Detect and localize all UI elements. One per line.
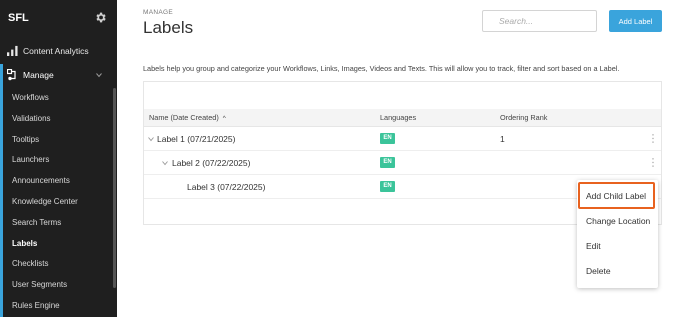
sidebar-item-user-segments[interactable]: User Segments <box>0 275 117 296</box>
chevron-down-icon[interactable] <box>148 136 154 142</box>
sidebar-item-labels[interactable]: Labels <box>0 234 117 255</box>
sidebar-section-manage[interactable]: Manage <box>0 64 117 86</box>
row-context-menu: Add Child Label Change Location Edit Del… <box>577 180 658 288</box>
column-header-ordering-rank: Ordering Rank <box>500 113 548 122</box>
label-name: Label 3 (07/22/2025) <box>187 182 266 192</box>
more-options-icon[interactable] <box>651 133 655 144</box>
language-badge: EN <box>380 157 395 168</box>
gear-icon[interactable] <box>94 11 107 24</box>
brand-name: SFL <box>8 12 29 24</box>
sidebar-scrollbar[interactable] <box>113 88 116 288</box>
sidebar: SFL Content Analytics Manage Workflows V… <box>0 0 117 317</box>
sidebar-item-checklists[interactable]: Checklists <box>0 254 117 275</box>
menu-item-add-child-label[interactable]: Add Child Label <box>586 191 646 201</box>
column-header-languages: Languages <box>380 113 417 122</box>
label-name: Label 2 (07/22/2025) <box>172 158 251 168</box>
more-options-icon[interactable] <box>651 157 655 168</box>
table-row[interactable]: Label 1 (07/21/2025) EN 1 <box>144 127 661 151</box>
page-title: Labels <box>143 18 194 37</box>
ordering-rank: 1 <box>500 134 505 144</box>
workflow-icon <box>7 69 16 81</box>
sidebar-item-announcements[interactable]: Announcements <box>0 171 117 192</box>
menu-item-delete[interactable]: Delete <box>586 266 611 276</box>
language-badge: EN <box>380 133 395 144</box>
table-header: Name (Date Created) ^ Languages Ordering… <box>144 109 661 127</box>
sort-ascending-icon: ^ <box>222 115 226 122</box>
breadcrumb: MANAGE <box>143 9 173 16</box>
label-name: Label 1 (07/21/2025) <box>157 134 236 144</box>
sidebar-item-workflows[interactable]: Workflows <box>0 88 117 109</box>
sidebar-item-launchers[interactable]: Launchers <box>0 150 117 171</box>
sidebar-item-rules-engine[interactable]: Rules Engine <box>0 296 117 317</box>
sidebar-item-tooltips[interactable]: Tooltips <box>0 130 117 151</box>
sidebar-item-search-terms[interactable]: Search Terms <box>0 213 117 234</box>
sidebar-item-content-analytics[interactable]: Content Analytics <box>0 40 117 62</box>
menu-item-change-location[interactable]: Change Location <box>586 216 650 226</box>
table-row[interactable]: Label 2 (07/22/2025) EN <box>144 151 661 175</box>
sidebar-section-label: Manage <box>23 70 54 80</box>
chevron-down-icon <box>96 73 102 78</box>
search-input[interactable] <box>482 10 597 32</box>
sidebar-manage-items: Workflows Validations Tooltips Launchers… <box>0 88 117 317</box>
page-description: Labels help you group and categorize you… <box>143 64 620 73</box>
chevron-down-icon[interactable] <box>162 160 168 166</box>
sidebar-item-knowledge-center[interactable]: Knowledge Center <box>0 192 117 213</box>
sidebar-item-label: Content Analytics <box>23 46 89 56</box>
add-label-button[interactable]: Add Label <box>609 10 662 32</box>
language-badge: EN <box>380 181 395 192</box>
menu-item-edit[interactable]: Edit <box>586 241 601 251</box>
bar-chart-icon <box>7 45 18 56</box>
column-header-name[interactable]: Name (Date Created) ^ <box>149 113 226 122</box>
sidebar-item-validations[interactable]: Validations <box>0 109 117 130</box>
